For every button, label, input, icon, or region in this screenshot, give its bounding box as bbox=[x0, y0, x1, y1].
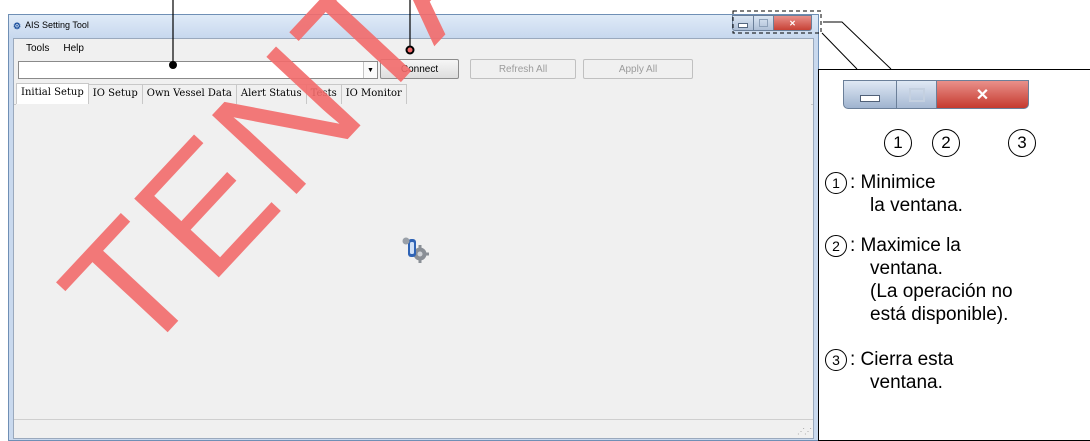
maximize-icon bbox=[908, 87, 925, 102]
legend-text-3-line-1: : Cierra esta bbox=[850, 349, 954, 370]
callout-number-1: 1 bbox=[884, 129, 912, 157]
window-title: AIS Setting Tool bbox=[25, 20, 89, 30]
zoomed-maximize-button bbox=[897, 80, 937, 109]
legend-text-3-line-2: ventana. bbox=[870, 372, 943, 393]
tab-io-monitor[interactable]: IO Monitor bbox=[340, 84, 407, 104]
minimize-icon bbox=[860, 94, 880, 102]
refresh-all-button[interactable]: Refresh All bbox=[470, 59, 576, 79]
tab-tests[interactable]: Tests bbox=[305, 84, 342, 104]
window-controls: ✕ bbox=[732, 15, 812, 31]
legend-number-2: 2 bbox=[825, 235, 847, 257]
legend-text-2-line-1: : Maximice la bbox=[850, 235, 961, 256]
legend-number-3: 3 bbox=[825, 349, 847, 371]
apply-all-button[interactable]: Apply All bbox=[583, 59, 693, 79]
close-button[interactable]: ✕ bbox=[774, 15, 812, 31]
title-bar[interactable]: ⚙ AIS Setting Tool ✕ bbox=[9, 15, 818, 38]
menu-help[interactable]: Help bbox=[63, 43, 84, 54]
dropdown-arrow-icon[interactable]: ▼ bbox=[363, 62, 377, 78]
legend-text-2-line-3: (La operación no bbox=[870, 281, 1013, 302]
legend-text-1-line-1: : Minimice bbox=[850, 172, 936, 193]
legend-text-2-line-2: ventana. bbox=[870, 258, 943, 279]
port-select[interactable]: ▼ bbox=[18, 61, 378, 79]
maximize-icon bbox=[759, 19, 768, 27]
connect-button[interactable]: Connect bbox=[380, 59, 459, 79]
legend-number-1: 1 bbox=[825, 172, 847, 194]
tab-own-vessel-data[interactable]: Own Vessel Data bbox=[141, 84, 237, 104]
callout-number-2: 2 bbox=[932, 129, 960, 157]
tab-initial-setup[interactable]: Initial Setup bbox=[16, 83, 89, 105]
callout-number-3: 3 bbox=[1008, 129, 1036, 157]
resize-grip-icon[interactable]: ⋰⋰ bbox=[797, 427, 812, 436]
app-window: ⚙ AIS Setting Tool ✕ Tools Help ▼ Connec… bbox=[8, 14, 819, 441]
zoomed-close-button: ✕ bbox=[937, 80, 1029, 109]
close-icon: ✕ bbox=[975, 86, 990, 104]
minimize-button[interactable] bbox=[732, 15, 754, 31]
tab-bar: Initial Setup IO Setup Own Vessel Data A… bbox=[14, 83, 813, 105]
zoomed-minimize-button bbox=[843, 80, 897, 109]
tab-panel bbox=[16, 104, 811, 414]
legend-text-1-line-2: la ventana. bbox=[870, 195, 963, 216]
toolbar: ▼ Connect Refresh All Apply All bbox=[14, 57, 813, 83]
tab-alert-status[interactable]: Alert Status bbox=[235, 84, 307, 104]
menu-tools[interactable]: Tools bbox=[26, 43, 49, 54]
legend-text-2-line-4: está disponible). bbox=[870, 304, 1009, 325]
minimize-icon bbox=[738, 23, 748, 28]
status-bar: ⋰⋰ bbox=[14, 419, 813, 438]
maximize-button bbox=[754, 15, 774, 31]
menu-bar: Tools Help bbox=[14, 39, 813, 57]
tab-io-setup[interactable]: IO Setup bbox=[87, 84, 143, 104]
legend-panel: ✕ 1 2 3 1 : Minimice la ventana. 2 : Max… bbox=[818, 69, 1090, 441]
zoomed-window-controls: ✕ bbox=[843, 80, 1029, 109]
gear-logo-icon bbox=[402, 237, 429, 263]
close-icon: ✕ bbox=[789, 18, 796, 28]
client-area: Tools Help ▼ Connect Refresh All Apply A… bbox=[13, 38, 814, 439]
ais-app-icon: ⚙ bbox=[13, 21, 22, 31]
